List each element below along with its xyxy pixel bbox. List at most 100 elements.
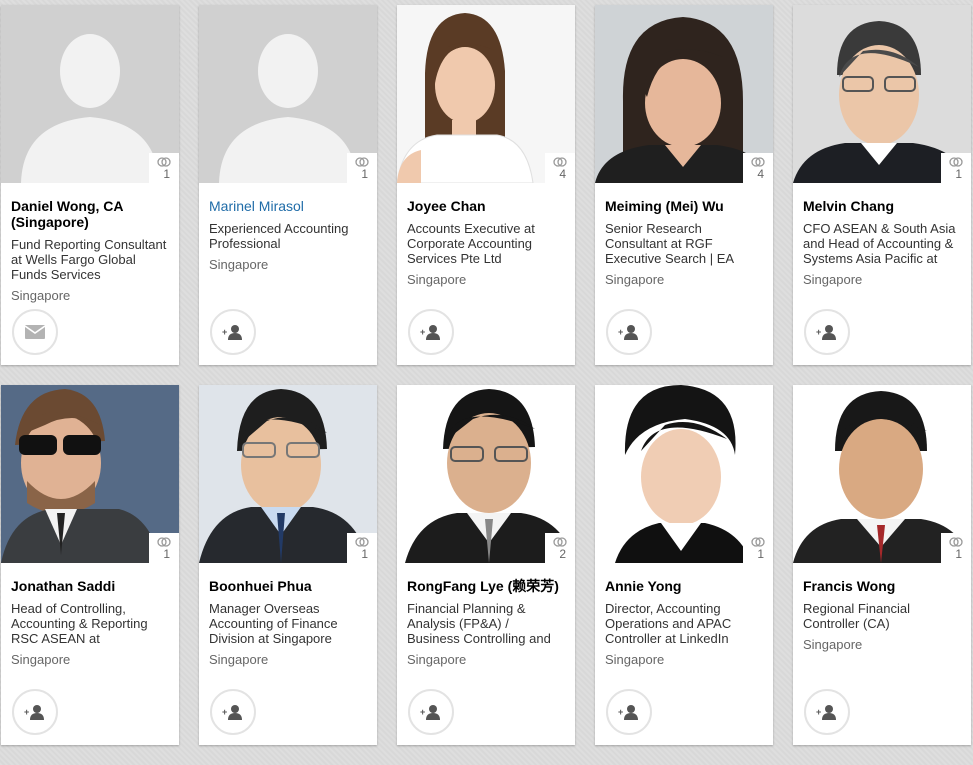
- shared-connections-icon: [553, 537, 567, 547]
- shared-connections-icon: [553, 157, 567, 167]
- connect-button[interactable]: +: [12, 689, 58, 735]
- shared-connections-count: 4: [757, 167, 764, 181]
- add-connection-icon: +: [222, 705, 242, 720]
- add-connection-icon: +: [420, 705, 440, 720]
- svg-text:+: +: [24, 707, 29, 717]
- svg-text:+: +: [816, 327, 821, 337]
- shared-connections-icon: [355, 537, 369, 547]
- svg-text:+: +: [420, 327, 425, 337]
- profile-card[interactable]: 1 Jonathan Saddi Head of Controlling, Ac…: [1, 385, 179, 745]
- svg-text:+: +: [222, 707, 227, 717]
- profile-card[interactable]: 1 Annie Yong Director, Accounting Operat…: [595, 385, 773, 745]
- svg-text:+: +: [222, 327, 227, 337]
- profile-name[interactable]: Jonathan Saddi: [11, 563, 169, 594]
- svg-text:+: +: [420, 707, 425, 717]
- profile-location: Singapore: [11, 652, 71, 667]
- profile-card[interactable]: 1 Melvin Chang CFO ASEAN & South Asia an…: [793, 5, 971, 365]
- profile-name[interactable]: Daniel Wong, CA (Singapore): [11, 183, 169, 230]
- shared-connections-icon: [355, 157, 369, 167]
- profile-name[interactable]: RongFang Lye (赖荣芳): [407, 563, 565, 594]
- shared-connections-badge[interactable]: 1: [941, 533, 971, 563]
- add-connection-icon: +: [816, 325, 836, 340]
- svg-text:+: +: [816, 707, 821, 717]
- connect-button[interactable]: +: [606, 689, 652, 735]
- mail-icon: [25, 325, 45, 339]
- shared-connections-badge[interactable]: 2: [545, 533, 575, 563]
- profile-headline: Head of Controlling, Accounting & Report…: [11, 601, 148, 646]
- shared-connections-badge[interactable]: 4: [743, 153, 773, 183]
- profile-photo[interactable]: 4: [595, 5, 773, 183]
- profile-card[interactable]: 4 Joyee Chan Accounts Executive at Corpo…: [397, 5, 575, 365]
- shared-connections-count: 2: [559, 547, 566, 561]
- connect-button[interactable]: +: [804, 689, 850, 735]
- shared-connections-count: 1: [361, 547, 368, 561]
- profile-card[interactable]: 1 Marinel Mirasol Experienced Accounting…: [199, 5, 377, 365]
- shared-connections-badge[interactable]: 1: [149, 153, 179, 183]
- profile-photo[interactable]: 1: [793, 5, 971, 183]
- connect-button[interactable]: +: [210, 689, 256, 735]
- shared-connections-icon: [157, 537, 171, 547]
- default-avatar-photo[interactable]: 1: [1, 5, 179, 183]
- profile-photo[interactable]: 4: [397, 5, 575, 183]
- shared-connections-icon: [157, 157, 171, 167]
- profile-photo[interactable]: 1: [595, 385, 773, 563]
- svg-text:+: +: [618, 327, 623, 337]
- shared-connections-badge[interactable]: 1: [149, 533, 179, 563]
- send-message-button[interactable]: [12, 309, 58, 355]
- profile-card[interactable]: 1 Boonhuei Phua Manager Overseas Account…: [199, 385, 377, 745]
- profile-location: Singapore: [605, 652, 665, 667]
- connect-button[interactable]: +: [804, 309, 850, 355]
- profile-card[interactable]: 2 RongFang Lye (赖荣芳) Financial Planning …: [397, 385, 575, 745]
- shared-connections-badge[interactable]: 1: [347, 533, 377, 563]
- profile-card[interactable]: 1 Daniel Wong, CA (Singapore) Fund Repor…: [1, 5, 179, 365]
- profile-photo[interactable]: 1: [793, 385, 971, 563]
- profile-location: Singapore: [209, 652, 269, 667]
- svg-text:+: +: [618, 707, 623, 717]
- profile-location: Singapore: [407, 652, 467, 667]
- shared-connections-count: 1: [163, 547, 170, 561]
- add-connection-icon: +: [420, 325, 440, 340]
- shared-connections-count: 1: [955, 167, 962, 181]
- profile-card[interactable]: 4 Meiming (Mei) Wu Senior Research Consu…: [595, 5, 773, 365]
- shared-connections-icon: [949, 157, 963, 167]
- profile-headline: Director, Accounting Operations and APAC…: [605, 601, 732, 646]
- profile-name[interactable]: Joyee Chan: [407, 183, 565, 214]
- profile-headline: Experienced Accounting Professional: [209, 221, 349, 251]
- profile-headline: Fund Reporting Consultant at Wells Fargo…: [11, 237, 167, 282]
- profile-name[interactable]: Boonhuei Phua: [209, 563, 367, 594]
- profile-name[interactable]: Francis Wong: [803, 563, 961, 594]
- profile-headline: Regional Financial Controller (CA): [803, 601, 910, 631]
- shared-connections-count: 4: [559, 167, 566, 181]
- default-avatar-photo[interactable]: 1: [199, 5, 377, 183]
- profile-headline: CFO ASEAN & South Asia and Head of Accou…: [803, 221, 956, 266]
- shared-connections-badge[interactable]: 1: [743, 533, 773, 563]
- profile-name[interactable]: Annie Yong: [605, 563, 763, 594]
- shared-connections-icon: [751, 157, 765, 167]
- profile-name-link[interactable]: Marinel Mirasol: [209, 183, 367, 214]
- profile-headline: Manager Overseas Accounting of Finance D…: [209, 601, 338, 646]
- profile-location: Singapore: [803, 272, 863, 287]
- profile-photo[interactable]: 1: [199, 385, 377, 563]
- profile-name[interactable]: Meiming (Mei) Wu: [605, 183, 763, 214]
- profile-photo[interactable]: 1: [1, 385, 179, 563]
- shared-connections-count: 1: [757, 547, 764, 561]
- shared-connections-count: 1: [361, 167, 368, 181]
- profile-headline: Accounts Executive at Corporate Accounti…: [407, 221, 535, 266]
- connect-button[interactable]: +: [210, 309, 256, 355]
- profile-location: Singapore: [209, 257, 269, 272]
- shared-connections-icon: [751, 537, 765, 547]
- connect-button[interactable]: +: [408, 309, 454, 355]
- profile-location: Singapore: [605, 272, 665, 287]
- profile-name[interactable]: Melvin Chang: [803, 183, 961, 214]
- connect-button[interactable]: +: [606, 309, 652, 355]
- shared-connections-badge[interactable]: 1: [347, 153, 377, 183]
- connect-button[interactable]: +: [408, 689, 454, 735]
- profile-photo[interactable]: 2: [397, 385, 575, 563]
- profile-location: Singapore: [11, 288, 71, 303]
- profile-card[interactable]: 1 Francis Wong Regional Financial Contro…: [793, 385, 971, 745]
- shared-connections-badge[interactable]: 1: [941, 153, 971, 183]
- profile-location: Singapore: [803, 637, 863, 652]
- profile-location: Singapore: [407, 272, 467, 287]
- shared-connections-badge[interactable]: 4: [545, 153, 575, 183]
- shared-connections-count: 1: [955, 547, 962, 561]
